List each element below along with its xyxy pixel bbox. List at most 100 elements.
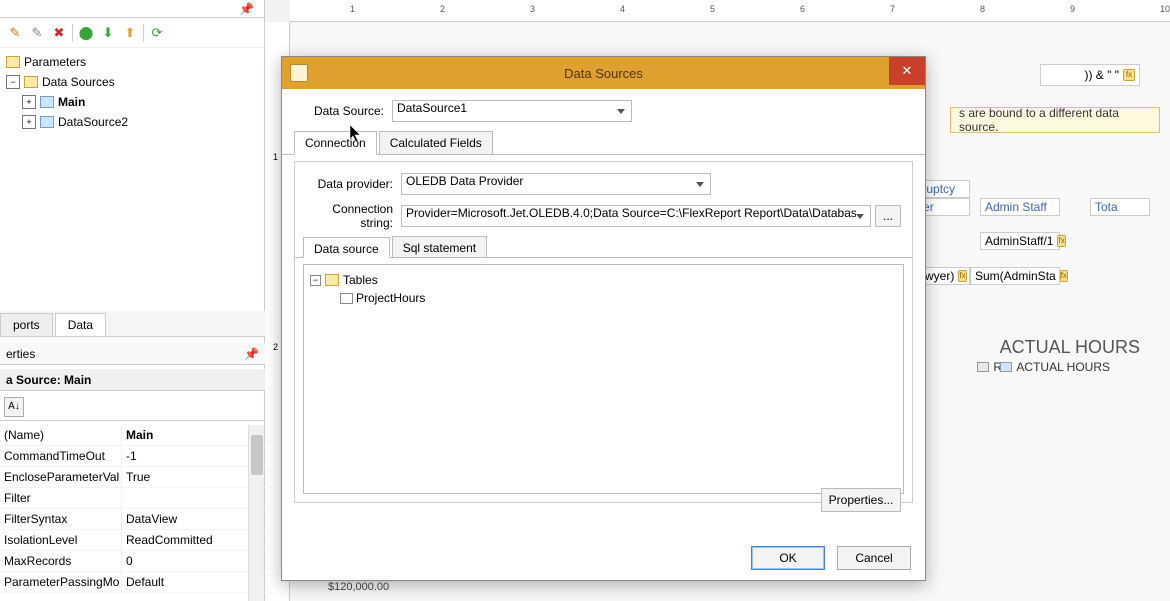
- expand-icon[interactable]: +: [22, 115, 36, 129]
- prop-key: (Name): [0, 425, 122, 446]
- cell-sumadmin[interactable]: Sum(AdminStafx: [970, 267, 1060, 285]
- prop-key: CommandTimeOut: [0, 446, 122, 467]
- ruler-tick: 10: [1160, 4, 1170, 14]
- tab-data-source[interactable]: Data source: [303, 237, 390, 258]
- folder-icon: [6, 56, 20, 68]
- ruler-tick: 6: [800, 4, 805, 14]
- tab-connection[interactable]: Connection: [294, 131, 377, 155]
- expand-icon[interactable]: −: [6, 75, 20, 89]
- pin-icon[interactable]: 📌: [239, 2, 254, 16]
- connection-panel: Data provider: OLEDB Data Provider Conne…: [294, 161, 913, 503]
- edit-icon[interactable]: ✎: [6, 24, 24, 42]
- add-icon[interactable]: ⬤: [77, 24, 95, 42]
- tree-node-data-sources[interactable]: − Data Sources: [2, 72, 262, 92]
- prop-key: Filter: [0, 488, 122, 509]
- connstr-label: Connection string:: [303, 202, 401, 230]
- prop-val[interactable]: True: [122, 467, 265, 488]
- ruler-tick: 3: [530, 4, 535, 14]
- delete-icon[interactable]: ✎: [28, 24, 46, 42]
- panel-pin-bar: 📌: [0, 0, 264, 18]
- ruler-tick: 2: [273, 342, 278, 352]
- provider-select[interactable]: OLEDB Data Provider: [401, 173, 711, 195]
- expression-icon[interactable]: fx: [958, 270, 966, 282]
- ruler-tick: 1: [350, 4, 355, 14]
- expression-icon[interactable]: fx: [1057, 235, 1065, 247]
- tree-label: Main: [58, 95, 85, 109]
- tab-reports[interactable]: ports: [0, 313, 53, 336]
- ok-button[interactable]: OK: [751, 546, 825, 570]
- cell-adminstaff[interactable]: AdminStaff/1fx: [980, 232, 1060, 250]
- tree-node-datasource2[interactable]: + DataSource2: [2, 112, 262, 132]
- tree-label: Parameters: [24, 55, 86, 69]
- prop-val[interactable]: ReadCommitted: [122, 530, 265, 551]
- datasource-icon: [40, 116, 54, 128]
- expression-field[interactable]: )) & " " fx: [1040, 64, 1140, 86]
- tree-label: Tables: [343, 273, 378, 287]
- dialog-buttons: OK Cancel: [751, 546, 911, 570]
- tree-node-main[interactable]: + Main: [2, 92, 262, 112]
- tables-tree[interactable]: − Tables ProjectHours: [303, 264, 904, 494]
- tree-node-tables[interactable]: − Tables: [310, 271, 897, 289]
- tree-toolbar: ✎ ✎ ✖ ⬤ ⬇ ⬆ ⟳: [0, 18, 264, 48]
- pin-icon[interactable]: 📌: [244, 347, 259, 361]
- prop-val[interactable]: Main: [122, 425, 265, 446]
- collapse-icon[interactable]: −: [310, 275, 321, 286]
- connstr-select[interactable]: Provider=Microsoft.Jet.OLEDB.4.0;Data So…: [401, 205, 871, 227]
- tab-data[interactable]: Data: [55, 313, 106, 336]
- tree-label: DataSource2: [58, 115, 128, 129]
- bottom-tab-strip: ports Data: [0, 311, 265, 337]
- table-icon: [340, 293, 353, 304]
- close-button[interactable]: ✕: [889, 57, 925, 85]
- data-sources-dialog: Data Sources ✕ Data Source: DataSource1 …: [281, 56, 926, 581]
- price-label: $120,000.00: [328, 581, 389, 593]
- expression-icon[interactable]: fx: [1123, 69, 1135, 81]
- cancel-button[interactable]: Cancel: [837, 546, 911, 570]
- left-panel: 📌 ✎ ✎ ✖ ⬤ ⬇ ⬆ ⟳ Parameters − Data Source…: [0, 0, 265, 601]
- refresh-icon[interactable]: ⟳: [148, 24, 166, 42]
- prop-key: FilterSyntax: [0, 509, 122, 530]
- properties-grid[interactable]: (Name)Main CommandTimeOut-1 EncloseParam…: [0, 425, 265, 601]
- properties-subtitle-text: a Source: Main: [6, 373, 91, 387]
- down-arrow-icon[interactable]: ⬇: [99, 24, 117, 42]
- prop-key: ParameterPassingMo: [0, 572, 122, 593]
- properties-button[interactable]: Properties...: [821, 488, 901, 512]
- properties-sort-bar: A↓: [0, 395, 265, 421]
- tab-calculated-fields[interactable]: Calculated Fields: [379, 131, 493, 154]
- col-admin[interactable]: Admin Staff: [980, 198, 1060, 216]
- expression-text: )) & " ": [1084, 68, 1119, 82]
- connstr-browse-button[interactable]: ...: [875, 205, 901, 227]
- dialog-body: Data Source: DataSource1 Connection Calc…: [282, 89, 925, 580]
- tree-node-parameters[interactable]: Parameters: [2, 52, 262, 72]
- col-total[interactable]: Tota: [1090, 198, 1150, 216]
- warning-banner: s are bound to a different data source.: [950, 107, 1160, 133]
- dialog-titlebar[interactable]: Data Sources ✕: [282, 57, 925, 89]
- warning-text: s are bound to a different data source.: [959, 106, 1151, 134]
- prop-val[interactable]: -1: [122, 446, 265, 467]
- tab-sql-statement[interactable]: Sql statement: [392, 236, 487, 257]
- prop-val[interactable]: 0: [122, 551, 265, 572]
- data-source-select[interactable]: DataSource1: [392, 100, 632, 122]
- prop-val[interactable]: Default: [122, 572, 265, 593]
- tree-label: Data Sources: [42, 75, 115, 89]
- legend-item: ACTUAL HOURS: [1000, 360, 1110, 374]
- provider-label: Data provider:: [303, 177, 401, 191]
- ruler-tick: 7: [890, 4, 895, 14]
- separator: [143, 24, 144, 42]
- properties-scrollbar[interactable]: [248, 425, 264, 601]
- datasource-icon: [40, 96, 54, 108]
- prop-val[interactable]: DataView: [122, 509, 265, 530]
- ruler-tick: 1: [273, 152, 278, 162]
- dialog-icon: [290, 64, 308, 82]
- tree-node-projecthours[interactable]: ProjectHours: [310, 289, 897, 307]
- data-source-label: Data Source:: [294, 104, 392, 118]
- prop-key: EncloseParameterVal: [0, 467, 122, 488]
- delete-x-icon[interactable]: ✖: [50, 24, 68, 42]
- prop-val[interactable]: [122, 488, 265, 509]
- cell-wyer[interactable]: wyer)fx: [920, 267, 970, 285]
- expression-icon[interactable]: fx: [1060, 270, 1068, 282]
- scrollbar-thumb[interactable]: [251, 435, 263, 475]
- horizontal-ruler: 1 2 3 4 5 6 7 8 9 10: [290, 0, 1170, 22]
- up-arrow-icon[interactable]: ⬆: [121, 24, 139, 42]
- sort-az-button[interactable]: A↓: [4, 397, 24, 417]
- expand-icon[interactable]: +: [22, 95, 36, 109]
